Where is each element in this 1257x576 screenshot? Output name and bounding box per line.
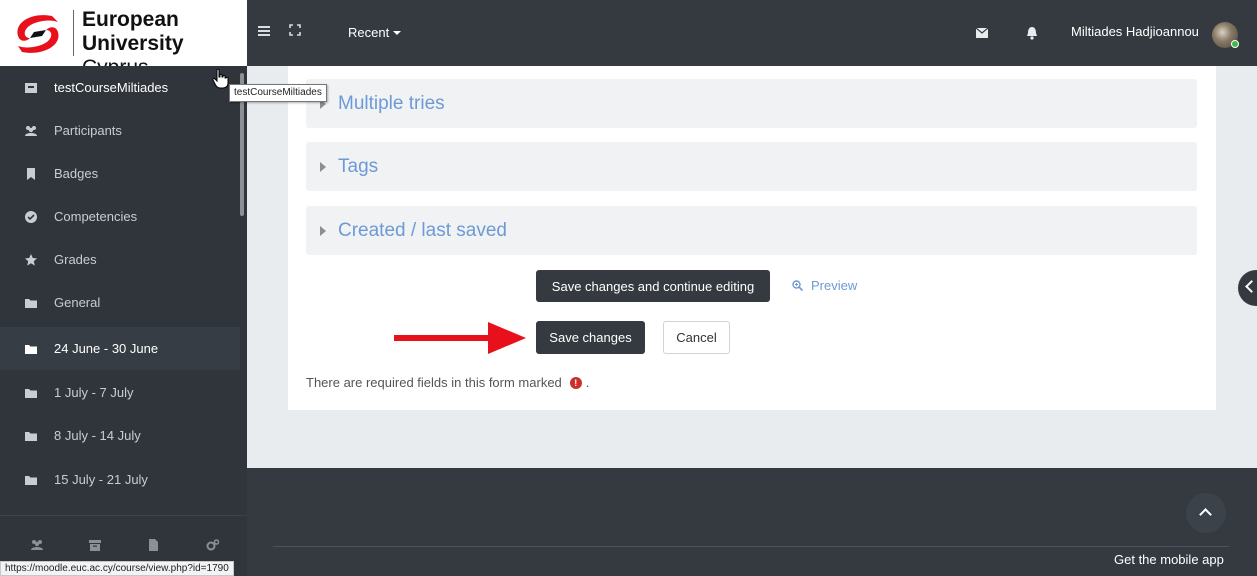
folder-icon bbox=[25, 344, 37, 354]
red-annotation-arrow bbox=[394, 322, 526, 354]
sidebar-item-course[interactable]: testCourseMiltiades bbox=[0, 66, 240, 109]
folder-icon bbox=[25, 431, 37, 441]
mail-icon[interactable] bbox=[976, 28, 988, 38]
avatar[interactable] bbox=[1212, 22, 1239, 48]
sidebar-item-label: Participants bbox=[54, 123, 122, 138]
online-status-dot bbox=[1231, 40, 1239, 48]
users-icon bbox=[25, 125, 37, 136]
archive-icon[interactable] bbox=[88, 538, 102, 552]
chevron-down-icon bbox=[393, 31, 402, 35]
sidebar-item-label: 15 July - 21 July bbox=[54, 472, 148, 487]
section-multiple-tries[interactable]: Multiple tries bbox=[306, 79, 1197, 128]
sidebar-item-general[interactable]: General bbox=[0, 281, 240, 324]
zoom-in-icon bbox=[792, 280, 803, 291]
sidebar-item-label: Badges bbox=[54, 166, 99, 181]
required-fields-note: There are required fields in this form m… bbox=[306, 375, 590, 390]
section-title: Multiple tries bbox=[338, 92, 445, 114]
status-bar-url: https://moodle.euc.ac.cy/course/view.php… bbox=[0, 561, 234, 576]
star-icon bbox=[25, 253, 37, 266]
logo-divider bbox=[73, 10, 74, 56]
back-to-top-button[interactable] bbox=[1186, 493, 1226, 533]
section-tags[interactable]: Tags bbox=[306, 142, 1197, 191]
required-icon: ! bbox=[569, 376, 582, 389]
folder-icon bbox=[25, 475, 37, 485]
sidebar-item-label: 24 June - 30 June bbox=[54, 341, 159, 356]
tooltip: testCourseMiltiades bbox=[229, 84, 327, 102]
save-and-continue-button[interactable]: Save changes and continue editing bbox=[536, 270, 770, 302]
hand-cursor-icon bbox=[212, 68, 229, 89]
chevron-left-icon bbox=[1245, 280, 1257, 293]
section-title: Created / last saved bbox=[338, 219, 507, 241]
bookmark-icon bbox=[27, 167, 35, 180]
logo-text-line1: European bbox=[82, 8, 179, 31]
page-footer bbox=[247, 468, 1257, 576]
sidebar-item-badges[interactable]: Badges bbox=[0, 152, 240, 195]
sidebar-item-grades[interactable]: Grades bbox=[0, 238, 240, 281]
folder-icon bbox=[25, 388, 37, 398]
expand-icon[interactable] bbox=[289, 24, 301, 36]
sidebar-item-1-july-7-july[interactable]: 1 July - 7 July bbox=[0, 371, 240, 414]
sidebar-item-24-june-30-june[interactable]: 24 June - 30 June bbox=[0, 327, 240, 370]
preview-link[interactable]: Preview bbox=[792, 278, 857, 293]
user-name[interactable]: Miltiades Hadjioannou bbox=[1071, 24, 1199, 39]
save-button[interactable]: Save changes bbox=[536, 321, 645, 354]
cogs-icon[interactable] bbox=[206, 538, 220, 552]
sidebar-item-label: 8 July - 14 July bbox=[54, 428, 141, 443]
bell-icon[interactable] bbox=[1026, 26, 1038, 40]
chevron-right-icon bbox=[320, 225, 326, 236]
sidebar-item-label: Grades bbox=[54, 252, 97, 267]
sidebar-item-15-july-21-july[interactable]: 15 July - 21 July bbox=[0, 458, 240, 501]
university-logo-icon bbox=[17, 15, 59, 53]
course-icon bbox=[25, 82, 37, 93]
sidebar-item-label: General bbox=[54, 295, 101, 310]
sidebar-item-label: testCourseMiltiades bbox=[54, 80, 169, 95]
section-title: Tags bbox=[338, 155, 379, 177]
site-logo[interactable]: European University Cyprus bbox=[0, 0, 247, 79]
sidebar-item-competencies[interactable]: Competencies bbox=[0, 195, 240, 238]
users-icon[interactable] bbox=[30, 538, 44, 552]
chevron-up-icon bbox=[1199, 508, 1212, 521]
cancel-button[interactable]: Cancel bbox=[663, 321, 730, 354]
file-icon[interactable] bbox=[146, 538, 160, 552]
sidebar-item-label: Competencies bbox=[54, 209, 138, 224]
sidebar-item-label: 1 July - 7 July bbox=[54, 385, 134, 400]
sidebar-item-participants[interactable]: Participants bbox=[0, 109, 240, 152]
chevron-right-icon bbox=[320, 161, 326, 172]
recent-dropdown[interactable]: Recent bbox=[348, 25, 402, 40]
sidebar-item-8-july-14-july[interactable]: 8 July - 14 July bbox=[0, 414, 240, 457]
section-created-last-saved[interactable]: Created / last saved bbox=[306, 206, 1197, 255]
folder-icon bbox=[25, 298, 37, 308]
get-mobile-app-link[interactable]: Get the mobile app bbox=[1114, 552, 1224, 567]
hamburger-icon[interactable] bbox=[258, 24, 274, 38]
check-circle-icon bbox=[25, 210, 37, 223]
footer-divider bbox=[273, 546, 1229, 547]
